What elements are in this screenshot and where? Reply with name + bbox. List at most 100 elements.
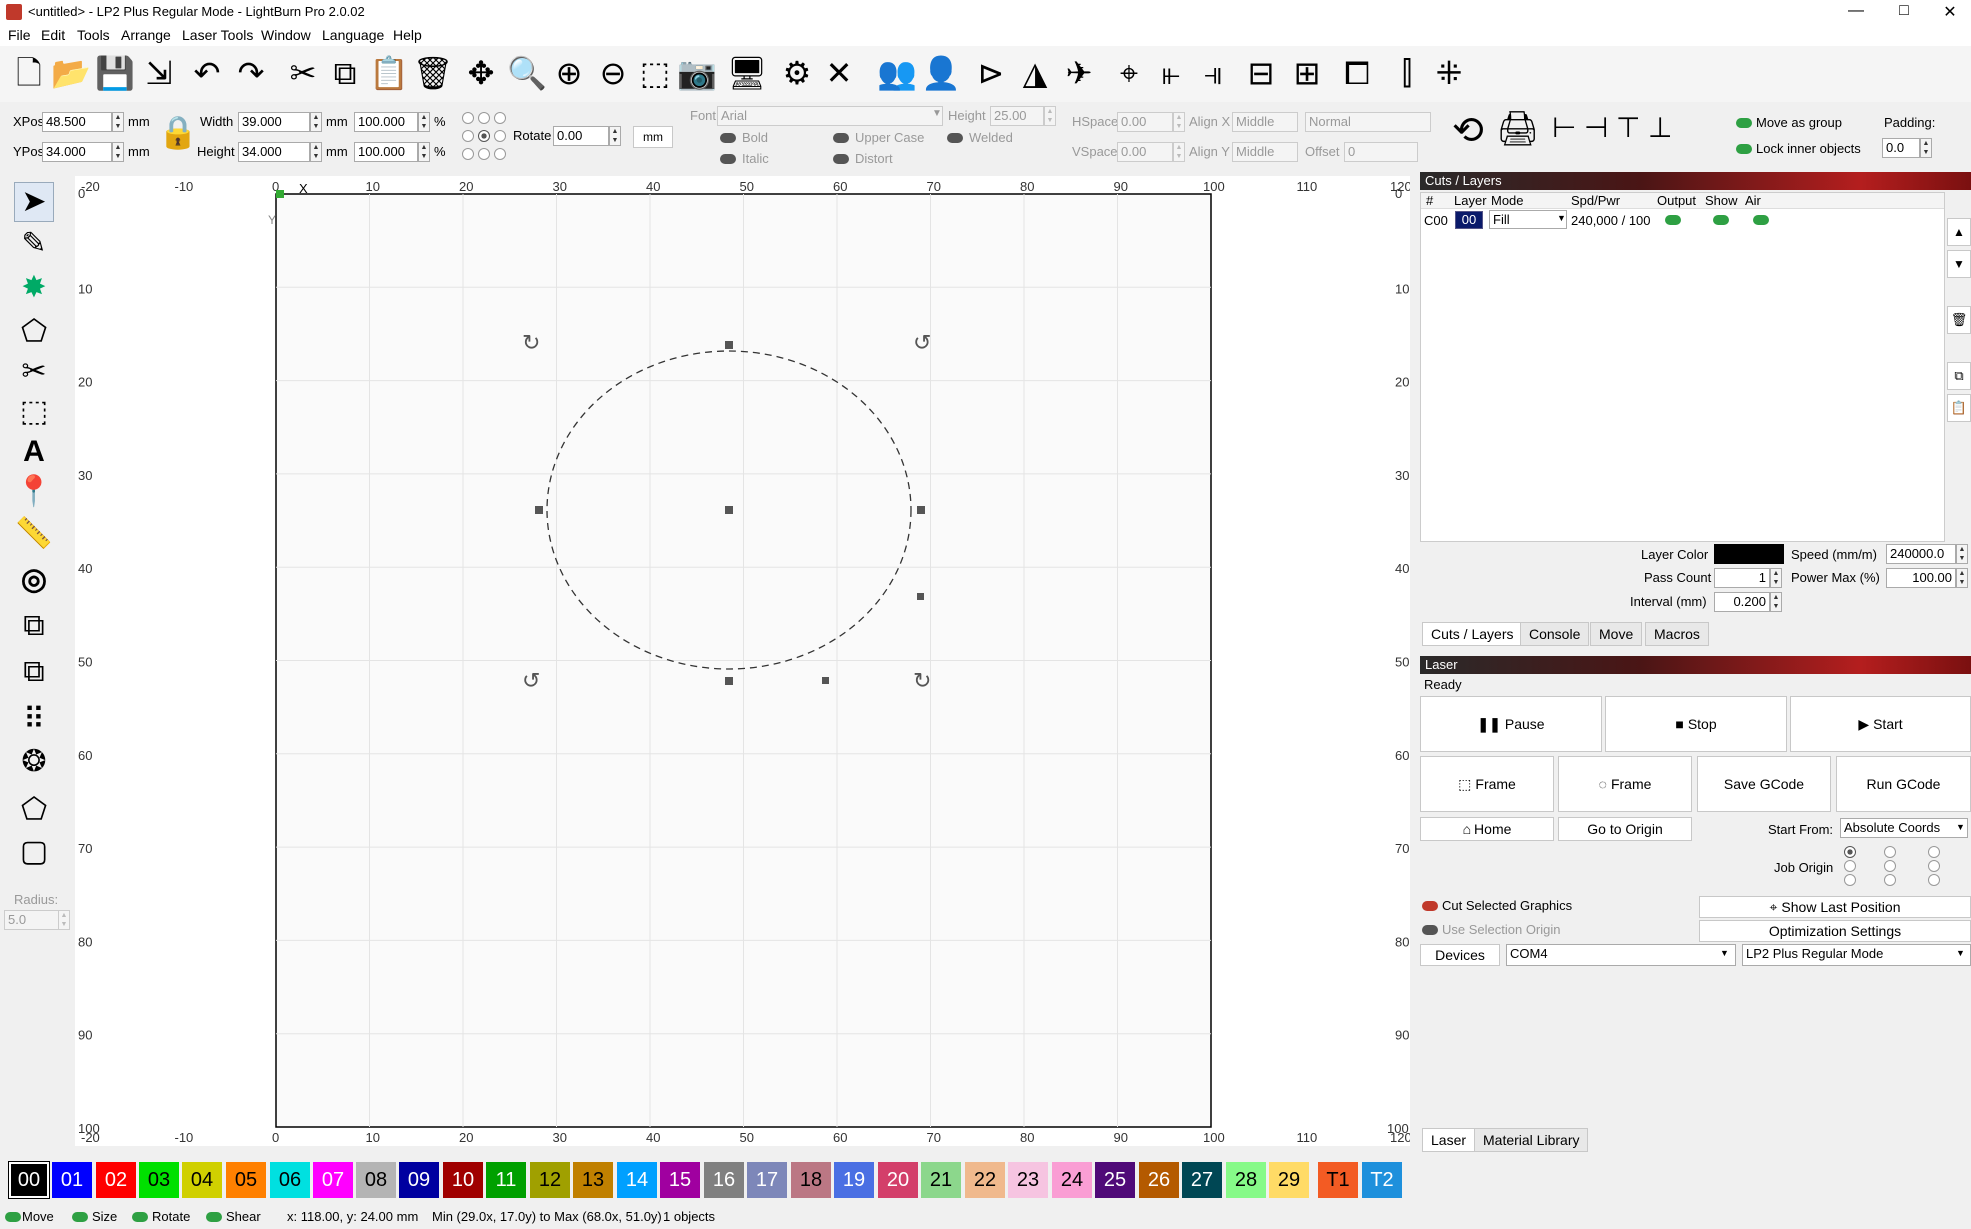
palette-swatch-23[interactable]: 23	[1008, 1162, 1048, 1198]
palette-swatch-01[interactable]: 01	[52, 1162, 92, 1198]
palette-swatch-00[interactable]: 00	[8, 1161, 50, 1199]
run-gcode-button[interactable]: Run GCode	[1836, 756, 1971, 812]
palette-swatch-11[interactable]: 11	[486, 1162, 526, 1198]
palette-swatch-t2[interactable]: T2	[1362, 1162, 1402, 1198]
size-toggle[interactable]	[72, 1212, 88, 1222]
zoom-out-icon[interactable]: ⊖	[592, 52, 634, 94]
palette-swatch-15[interactable]: 15	[660, 1162, 700, 1198]
devices-button[interactable]: Devices	[1420, 944, 1500, 966]
polygon-icon[interactable]: ⬠	[14, 312, 54, 352]
palette-swatch-21[interactable]: 21	[921, 1162, 961, 1198]
start-from-select[interactable]: Absolute Coords	[1840, 818, 1968, 838]
center-icon[interactable]: ⁜	[1428, 52, 1470, 94]
redo-icon[interactable]: ↷	[230, 52, 272, 94]
row-air-toggle[interactable]	[1753, 215, 1769, 225]
font-select[interactable]: Arial	[717, 106, 943, 126]
align-bottom-icon[interactable]: ⊥	[1648, 114, 1672, 142]
align-top-icon[interactable]: ⊤	[1616, 114, 1640, 142]
palette-swatch-03[interactable]: 03	[139, 1162, 179, 1198]
radius-spinner[interactable]: ▲ ▼	[58, 910, 70, 930]
shear-toggle[interactable]	[206, 1212, 222, 1222]
frame-rubberband-button[interactable]: ◌ Frame	[1558, 756, 1692, 812]
height-percent-spinner[interactable]: ▲ ▼	[418, 142, 430, 162]
tab-console[interactable]: Console	[1520, 622, 1590, 646]
zoom-fit-icon[interactable]: 🔍	[506, 52, 548, 94]
text-height-input[interactable]: 25.00	[990, 106, 1044, 126]
welded-toggle[interactable]	[947, 133, 963, 143]
monitor-icon[interactable]: 🖥	[726, 52, 768, 94]
cut-selected-toggle[interactable]	[1422, 901, 1438, 911]
edit-nodes-icon[interactable]: ✂	[14, 352, 54, 392]
distribute-v-icon[interactable]: ⊞	[1286, 52, 1328, 94]
offset-shape-icon[interactable]: ◎	[14, 560, 54, 600]
new-file-icon[interactable]: 🗋	[8, 52, 50, 94]
rotate-shape-icon[interactable]: ⬠	[14, 790, 54, 830]
menu-window[interactable]: Window	[261, 27, 311, 43]
print-cut-icon[interactable]: 🖨	[1496, 112, 1539, 146]
distort-toggle[interactable]	[833, 154, 849, 164]
go-to-origin-button[interactable]: Go to Origin	[1558, 817, 1692, 841]
anchor-grid[interactable]	[462, 110, 506, 168]
position-pin-icon[interactable]: 📍	[14, 472, 54, 512]
interval-spinner[interactable]: ▲ ▼	[1770, 592, 1782, 612]
palette-swatch-17[interactable]: 17	[747, 1162, 787, 1198]
target-icon[interactable]: ⌖	[1108, 52, 1150, 94]
convert-path-icon[interactable]: ⟲	[1452, 112, 1484, 150]
stop-button[interactable]: ■ Stop	[1605, 696, 1787, 752]
undo-icon[interactable]: ↶	[186, 52, 228, 94]
move-layer-down-icon[interactable]: ▼	[1947, 250, 1971, 278]
start-button[interactable]: ▶ Start	[1790, 696, 1971, 752]
group-icon[interactable]: 👥	[876, 52, 918, 94]
move-toggle[interactable]	[5, 1212, 21, 1222]
xpos-input[interactable]: 48.500	[42, 112, 112, 132]
align-centers-v-icon[interactable]: ⊣	[1584, 114, 1608, 142]
menu-tools[interactable]: Tools	[77, 27, 110, 43]
rotate-input[interactable]: 0.00	[553, 126, 609, 146]
height-spinner[interactable]: ▲ ▼	[310, 142, 322, 162]
xpos-spinner[interactable]: ▲ ▼	[112, 112, 124, 132]
rectangle-icon[interactable]: ⬚	[14, 392, 54, 432]
pass-count-spinner[interactable]: ▲ ▼	[1770, 568, 1782, 588]
align-centers-h-icon[interactable]: ⊢	[1552, 114, 1576, 142]
interval-input[interactable]: 0.200	[1714, 592, 1770, 612]
space-h-icon[interactable]: ⧠	[1336, 52, 1378, 94]
palette-swatch-20[interactable]: 20	[878, 1162, 918, 1198]
palette-swatch-29[interactable]: 29	[1269, 1162, 1309, 1198]
palette-swatch-14[interactable]: 14	[617, 1162, 657, 1198]
vspace-spinner[interactable]: ▲ ▼	[1173, 142, 1185, 162]
home-button[interactable]: ⌂ Home	[1420, 817, 1554, 841]
workspace-canvas[interactable]: -20 -20 -10 -10 0 0 10 10 20 20 30 30 40 40 50 50 60 60 70…	[75, 176, 1410, 1146]
grid-array-icon[interactable]: ⠿	[14, 700, 54, 740]
pencil-icon[interactable]: ✎	[14, 224, 54, 264]
offset-input[interactable]: 0	[1344, 142, 1418, 162]
menu-edit[interactable]: Edit	[41, 27, 65, 43]
palette-swatch-07[interactable]: 07	[313, 1162, 353, 1198]
show-last-position-button[interactable]: ⌖ Show Last Position	[1699, 896, 1971, 918]
tab-laser[interactable]: Laser	[1422, 1128, 1476, 1152]
tab-move[interactable]: Move	[1590, 622, 1643, 646]
tab-material-library[interactable]: Material Library	[1474, 1128, 1589, 1152]
select-arrow-icon[interactable]: ➤	[14, 182, 54, 222]
palette-swatch-27[interactable]: 27	[1182, 1162, 1222, 1198]
circular-array-icon[interactable]: ❂	[14, 742, 54, 782]
power-max-spinner[interactable]: ▲ ▼	[1956, 568, 1968, 588]
ypos-input[interactable]: 34.000	[42, 142, 112, 162]
width-spinner[interactable]: ▲ ▼	[310, 112, 322, 132]
minimize-button[interactable]: —	[1836, 2, 1876, 20]
flip-horizontal-icon[interactable]: ⊳	[970, 52, 1012, 94]
row-layer-swatch[interactable]: 00	[1455, 211, 1483, 229]
palette-swatch-19[interactable]: 19	[834, 1162, 874, 1198]
device-select[interactable]: LP2 Plus Regular Mode	[1742, 944, 1971, 966]
row-output-toggle[interactable]	[1665, 215, 1681, 225]
height-percent-input[interactable]: 100.000	[354, 142, 418, 162]
ungroup-icon[interactable]: 👤	[920, 52, 962, 94]
menu-arrange[interactable]: Arrange	[121, 27, 171, 43]
send-icon[interactable]: ✈	[1058, 52, 1100, 94]
save-file-icon[interactable]: 💾	[94, 52, 136, 94]
save-gcode-button[interactable]: Save GCode	[1697, 756, 1831, 812]
optimization-settings-button[interactable]: Optimization Settings	[1699, 920, 1971, 942]
speed-spinner[interactable]: ▲ ▼	[1956, 544, 1968, 564]
text-mode-select[interactable]: Normal	[1305, 112, 1431, 132]
palette-swatch-09[interactable]: 09	[399, 1162, 439, 1198]
delete-icon[interactable]: 🗑	[412, 52, 454, 94]
